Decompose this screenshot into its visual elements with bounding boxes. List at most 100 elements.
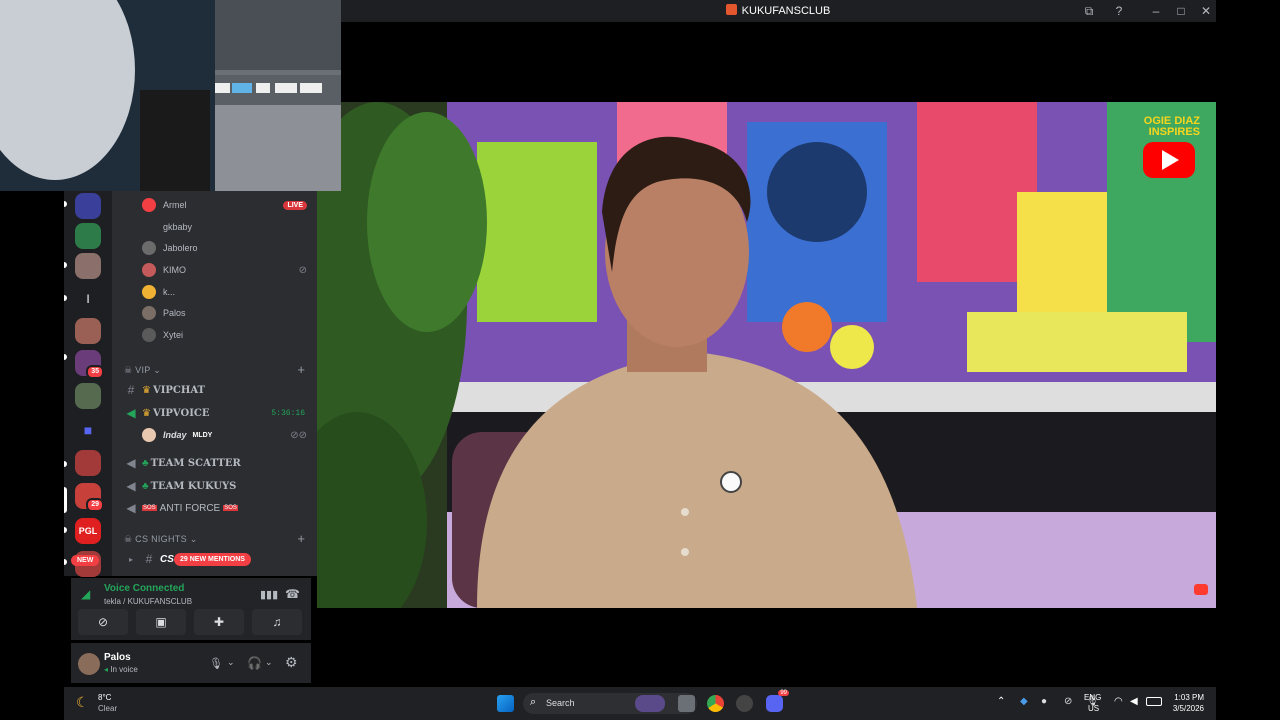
noise-suppression-icon[interactable]: ▮▮▮ <box>260 588 278 601</box>
avatar <box>142 263 156 277</box>
voice-status[interactable]: Voice Connected <box>104 583 184 594</box>
unread-pip <box>64 295 67 301</box>
voice-location[interactable]: tekla / KUKUFANSCLUB <box>104 597 192 606</box>
voice-user[interactable]: Armel LIVE <box>142 196 307 214</box>
wifi-icon[interactable]: ◠ <box>1114 696 1123 707</box>
mention-badge: 29 <box>86 498 104 512</box>
server-icon[interactable] <box>75 318 101 344</box>
server-icon[interactable] <box>75 253 101 279</box>
channel-team-scatter[interactable]: ◀ ♣ TEAM SCATTER <box>124 454 240 472</box>
channel-vipchat[interactable]: # ♛ VIPCHAT <box>124 381 205 399</box>
windows-taskbar: ☾ 8°C Clear ⌕ Search 99 ⌃ ◆ ● ⊘ 🎙 ENG US… <box>64 687 1216 720</box>
avatar <box>142 428 156 442</box>
battery-icon[interactable] <box>1146 697 1162 706</box>
settings-gear-icon[interactable]: ⚙ <box>285 654 298 671</box>
close-button[interactable]: ✕ <box>1198 3 1214 19</box>
avatar[interactable] <box>78 653 100 675</box>
minimize-button[interactable]: – <box>1148 3 1164 19</box>
channel-list: Armel LIVE gkbaby Jabolero KIMO ⊘ k... Pa… <box>112 191 317 576</box>
category-cs-nights[interactable]: ☠ CS NIGHTS ⌄ <box>124 534 198 545</box>
voice-user[interactable]: Inday MLDY ⊘⊘ <box>142 426 307 444</box>
clover-icon: ♣ <box>142 480 149 492</box>
search-placeholder: Search <box>546 698 575 708</box>
maximize-button[interactable]: □ <box>1173 3 1189 19</box>
task-view-icon[interactable] <box>678 695 695 712</box>
server-icon[interactable] <box>75 193 101 219</box>
volume-icon[interactable]: ◀ <box>1130 696 1138 707</box>
voice-user-name: gkbaby <box>163 222 193 232</box>
category-vip[interactable]: ☠ VIP ⌄ <box>124 365 161 376</box>
voice-user[interactable]: Xytei <box>142 326 183 344</box>
channel-anti-force[interactable]: ◀ SOS ANTI FORCE SOS <box>124 499 238 517</box>
channel-vipvoice[interactable]: ◀ ♛ VIPVOICE 5:36:16 <box>124 404 305 422</box>
weather-desc[interactable]: Clear <box>98 704 117 713</box>
voice-user[interactable]: Jabolero <box>142 239 198 257</box>
unread-pip <box>64 527 67 533</box>
camera-frame <box>0 0 341 191</box>
new-pill[interactable]: NEW <box>71 555 100 566</box>
unread-pip <box>64 461 67 467</box>
disconnect-icon[interactable]: ☎ <box>285 587 300 601</box>
voice-user[interactable]: gkbaby <box>142 218 192 236</box>
screen-share-icon[interactable]: ⧉ <box>1081 3 1097 19</box>
muted-icon: ⊘ <box>298 264 307 276</box>
microphone-icon[interactable]: 🎙 <box>209 657 223 670</box>
voice-user[interactable]: Palos <box>142 304 186 322</box>
moon-weather-icon[interactable]: ☾ <box>76 694 89 711</box>
screen-share-button[interactable]: ▣ <box>136 609 186 635</box>
voice-user[interactable]: k... <box>142 283 175 301</box>
signal-icon: ◢ <box>81 587 91 601</box>
weather-temp[interactable]: 8°C <box>98 693 111 702</box>
stream-frame <box>317 102 1216 608</box>
language-indicator[interactable]: ENG <box>1084 693 1101 702</box>
server-icon[interactable] <box>75 383 101 409</box>
server-icon[interactable]: PGL <box>75 518 101 544</box>
clock-time[interactable]: 1:03 PM <box>1168 693 1204 702</box>
channel-team-kukuys[interactable]: ◀ ♣ TEAM KUKUYS <box>124 477 236 495</box>
clover-icon: ♣ <box>142 457 149 469</box>
stream-video[interactable]: OGIE DIAZ INSPIRES <box>317 102 1216 608</box>
server-icon[interactable] <box>75 450 101 476</box>
screen-share-icon: ▣ <box>155 615 167 629</box>
activities-button[interactable]: ✚ <box>194 609 244 635</box>
clock-date[interactable]: 3/5/2026 <box>1164 704 1204 713</box>
server-list: I 35 ■ 29 PGL NEW <box>64 191 112 577</box>
new-mentions-pill[interactable]: 29 NEW MENTIONS <box>174 553 251 566</box>
search-highlight-image <box>635 695 665 712</box>
server-icon[interactable]: 29 <box>75 483 104 512</box>
server-icon[interactable]: 35 <box>75 350 104 379</box>
tray-app-icon[interactable]: ● <box>1041 696 1047 707</box>
help-icon[interactable]: ? <box>1111 3 1127 19</box>
add-channel-icon[interactable]: + <box>297 362 305 377</box>
user-panel: Palos ◂ In voice 🎙 ⌄ 🎧 ⌄ ⚙ <box>71 643 311 683</box>
discord-icon[interactable]: 99 <box>766 690 789 712</box>
chevron-down-icon[interactable]: ⌄ <box>265 657 273 668</box>
chrome-icon[interactable] <box>707 695 724 712</box>
server-icon[interactable] <box>75 223 101 249</box>
soundboard-button[interactable]: ♫ <box>252 609 302 635</box>
avatar <box>142 220 156 234</box>
taskbar-search[interactable]: ⌕ Search <box>523 693 697 714</box>
server-icon[interactable]: I <box>75 286 101 312</box>
chevron-down-icon[interactable]: ⌄ <box>227 657 235 668</box>
app-icon[interactable] <box>736 695 753 712</box>
channel-brand: OGIE DIAZ INSPIRES <box>1144 116 1200 138</box>
start-button-icon[interactable] <box>497 695 514 712</box>
voice-user[interactable]: KIMO ⊘ <box>142 261 307 279</box>
lang-secondary[interactable]: US <box>1088 704 1099 713</box>
tray-app-icon[interactable]: ⊘ <box>1064 696 1072 707</box>
chevron-up-icon[interactable]: ⌃ <box>997 696 1005 707</box>
collapse-arrow-icon: ▸ <box>128 554 133 564</box>
add-channel-icon[interactable]: + <box>297 531 305 546</box>
headphones-icon[interactable]: 🎧 <box>247 656 262 670</box>
voice-user-name: Palos <box>163 308 186 318</box>
voice-user-name: KIMO <box>163 265 187 275</box>
user-name[interactable]: Palos <box>104 652 131 663</box>
voice-user-name: k... <box>163 287 176 297</box>
tray-app-icon[interactable]: ◆ <box>1020 696 1028 707</box>
folder-icon[interactable]: ■ <box>75 417 101 443</box>
camera-toggle-button[interactable]: ⊘ <box>78 609 128 635</box>
window-titlebar: KUKUFANSCLUB ⧉ ? – □ ✕ <box>340 0 1216 22</box>
avatar <box>142 198 156 212</box>
unread-pip <box>64 559 67 565</box>
